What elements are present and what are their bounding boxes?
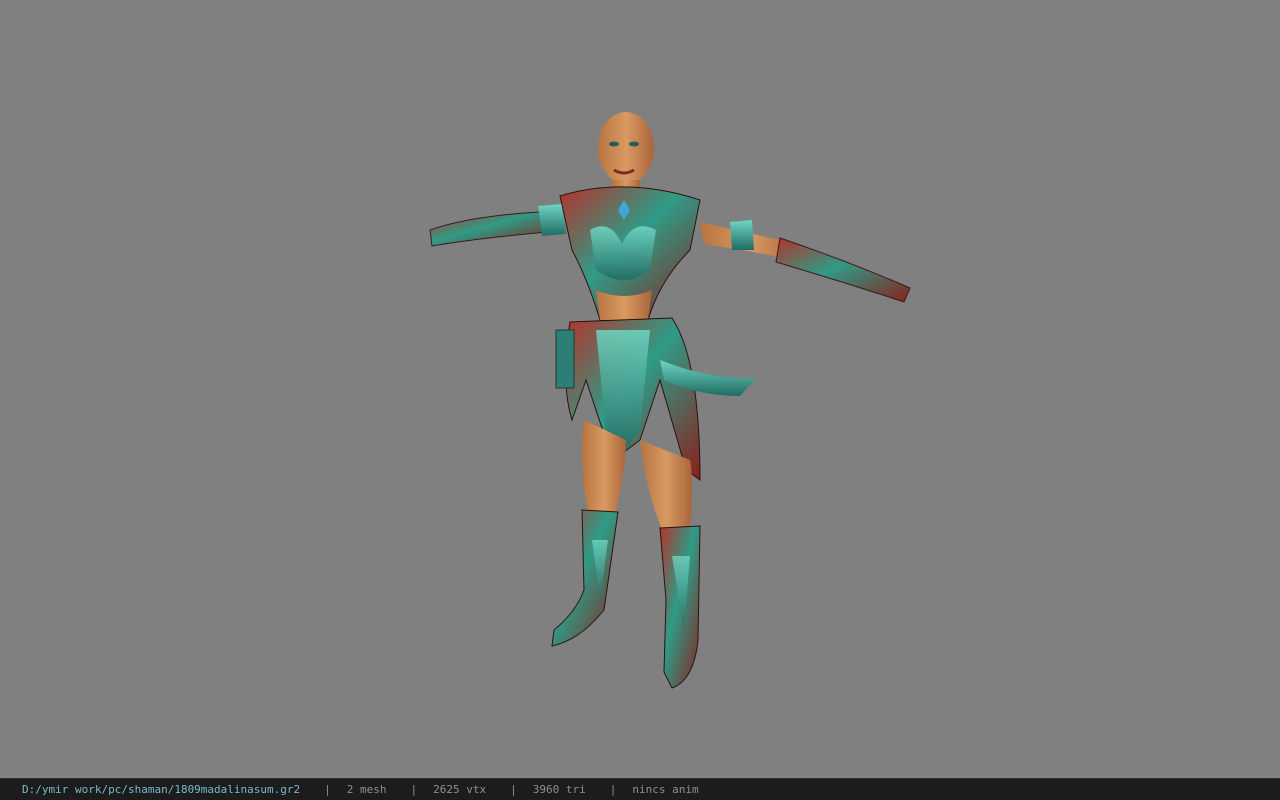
mesh-count: 2 mesh <box>346 783 387 796</box>
3d-viewport[interactable] <box>0 0 1280 778</box>
character-model <box>429 112 911 689</box>
animation-status: nincs anim <box>632 783 699 796</box>
head <box>598 112 654 196</box>
boots <box>551 509 701 689</box>
torso <box>559 186 701 321</box>
vertex-count: 2625 vtx <box>433 783 487 796</box>
left-arm <box>429 204 566 247</box>
right-arm <box>700 220 911 303</box>
separator: | <box>609 783 617 796</box>
separator: | <box>324 783 331 796</box>
triangle-count: 3960 tri <box>532 783 586 796</box>
separator: | <box>410 783 418 796</box>
file-path: D:/ymir work/pc/shaman/1809madalinasum.g… <box>22 783 301 796</box>
status-bar: D:/ymir work/pc/shaman/1809madalinasum.g… <box>0 778 1280 800</box>
separator: | <box>510 783 517 796</box>
